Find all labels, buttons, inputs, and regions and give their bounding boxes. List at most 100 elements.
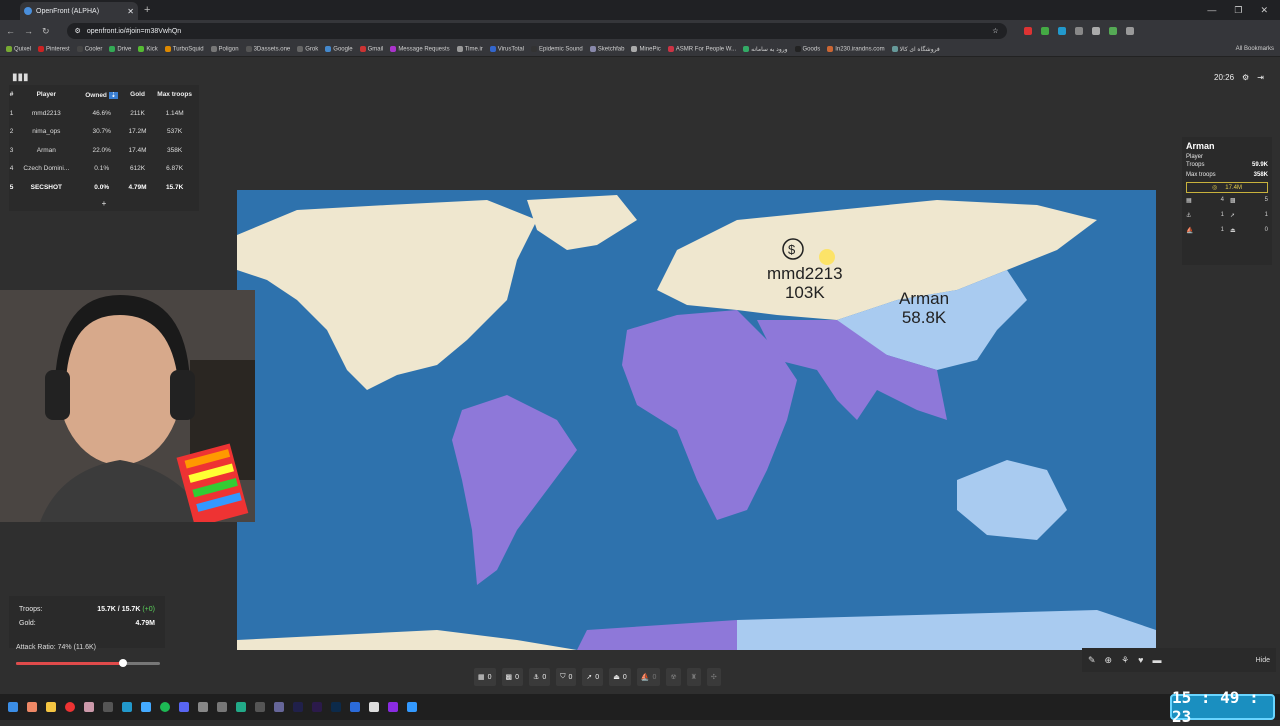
globe-icon[interactable]: ⊕ [1105, 655, 1113, 666]
exit-icon[interactable]: ⇥ [1257, 73, 1264, 82]
nuke-button[interactable]: ☢ [666, 668, 681, 686]
app-icon[interactable] [388, 702, 398, 712]
bookmark-item[interactable]: Google [325, 45, 353, 52]
app-icon[interactable] [217, 702, 227, 712]
leaderboard-row[interactable]: 2 nima_ops 30.7% 17.2M 537K [9, 123, 199, 142]
header-player[interactable]: Player [14, 85, 78, 104]
city-count: ▦ 4 [1186, 197, 1224, 204]
site-info-icon[interactable]: ⚙ [75, 27, 81, 35]
windows-start-icon[interactable] [8, 702, 18, 712]
mirv-button[interactable]: ✣ [706, 668, 721, 686]
bookmark-item[interactable]: TurboSquid [164, 45, 204, 52]
map-canvas[interactable]: $ [237, 190, 1156, 650]
extension-icon[interactable] [1023, 27, 1032, 35]
pencil-icon[interactable]: ✎ [1088, 655, 1096, 666]
leaderboard-row-self[interactable]: 5 SECSHOT 0.0% 4.79M 15.7K [9, 178, 199, 197]
bookmark-item[interactable]: Cooler [76, 45, 102, 52]
new-tab-button[interactable]: + [144, 4, 150, 16]
bookmark-item[interactable]: Gmail [359, 45, 383, 52]
header-owned[interactable]: Owned ⇣ [79, 85, 125, 104]
app-icon[interactable] [236, 702, 246, 712]
telegram-icon[interactable] [122, 702, 132, 712]
bookmark-item[interactable]: Epidemic Sound [531, 45, 583, 52]
after-effects-icon[interactable] [293, 702, 303, 712]
app-icon[interactable] [103, 702, 113, 712]
stats-chart-icon[interactable]: ▮▮▮ [12, 72, 29, 83]
bookmark-item[interactable]: ورود به سامانه [743, 45, 788, 53]
url-field[interactable]: ⚙ openfront.io/#join=m38VwhQn ☆ [66, 23, 1007, 39]
hide-button[interactable]: Hide [1256, 657, 1270, 664]
close-tab-icon[interactable]: ✕ [127, 7, 134, 16]
profile-icon[interactable] [1125, 27, 1134, 35]
app-icon[interactable] [255, 702, 265, 712]
bookmark-item[interactable]: VirusTotal [489, 45, 524, 52]
discord-icon[interactable] [179, 702, 189, 712]
build-defense-button[interactable]: ⛉ 0 [556, 668, 577, 686]
close-window-icon[interactable]: ✕ [1260, 5, 1268, 16]
minimize-icon[interactable]: — [1207, 5, 1216, 16]
attack-ratio-handle[interactable] [118, 659, 127, 667]
reload-icon[interactable]: ↻ [42, 26, 50, 37]
city-icon: ▦ [478, 674, 485, 681]
spotify-icon[interactable] [160, 702, 170, 712]
bookmark-item[interactable]: ASMR For People W... [667, 45, 736, 52]
all-bookmarks-button[interactable]: All Bookmarks [1236, 46, 1274, 52]
bookmark-item[interactable]: Poligon [210, 45, 239, 52]
extension-icon[interactable] [1108, 27, 1117, 35]
forward-icon[interactable]: → [24, 26, 33, 36]
premiere-icon[interactable] [312, 702, 322, 712]
bookmark-item[interactable]: Sketchfab [589, 45, 624, 52]
bookmark-item[interactable]: فروشگاه ای کالا [891, 45, 940, 53]
build-warship-button[interactable]: ⛵ 0 [636, 668, 661, 686]
bookmark-star-icon[interactable]: ☆ [992, 27, 998, 35]
browser-tab[interactable]: OpenFront (ALPHA) ✕ [20, 2, 138, 20]
handshake-icon[interactable]: ⚘ [1121, 655, 1129, 666]
back-icon[interactable]: ← [6, 26, 15, 36]
app-icon[interactable] [407, 702, 417, 712]
extension-icon[interactable] [1074, 27, 1083, 35]
bookmark-item[interactable]: Pinterest [38, 45, 70, 52]
file-explorer-icon[interactable] [46, 702, 56, 712]
leaderboard-row[interactable]: 4 Czech Domini... 0.1% 612K 6.87K [9, 160, 199, 179]
alliance-icon[interactable]: ♥ [1138, 655, 1143, 665]
settings-gear-icon[interactable]: ⚙ [1242, 73, 1249, 82]
game-viewport[interactable]: ▮▮▮ # Player Owned ⇣ Gold Max troops 1 mm… [0, 57, 1280, 694]
bookmark-item[interactable]: Goods [794, 45, 820, 52]
chrome-icon[interactable] [65, 702, 75, 712]
expand-leaderboard-button[interactable]: + [9, 197, 199, 211]
bookmark-item[interactable]: MinePic [631, 45, 661, 52]
bookmark-item[interactable]: 3Dassets.one [245, 45, 290, 52]
bookmark-item[interactable]: Time.ir [456, 45, 483, 52]
maximize-icon[interactable]: ❐ [1234, 5, 1242, 16]
app-icon[interactable] [141, 702, 151, 712]
bookmark-item[interactable]: Grok [297, 45, 318, 52]
sam-button[interactable]: ♜ [686, 668, 701, 686]
build-missile-button[interactable]: ➚ 0 [582, 668, 604, 686]
bookmark-item[interactable]: Kick [138, 45, 158, 52]
header-gold[interactable]: Gold [125, 85, 150, 104]
app-icon[interactable] [350, 702, 360, 712]
photoshop-icon[interactable] [331, 702, 341, 712]
bookmark-item[interactable]: Quixel [6, 45, 31, 52]
app-icon[interactable] [198, 702, 208, 712]
leaderboard-row[interactable]: 1 mmd2213 46.6% 211K 1.14M [9, 104, 199, 123]
build-silo-button[interactable]: ⏏ 0 [609, 668, 631, 686]
bookmark-item[interactable]: Message Requests [390, 45, 450, 52]
extension-icon[interactable] [1091, 27, 1100, 35]
build-port-button[interactable]: ⚓ 0 [529, 668, 551, 686]
extension-icon[interactable] [1057, 27, 1066, 35]
app-icon[interactable] [274, 702, 284, 712]
attack-ratio-slider[interactable] [16, 659, 160, 667]
leaderboard-row[interactable]: 3 Arman 22.0% 17.4M 358K [9, 141, 199, 160]
world-map[interactable]: $ mmd2213 103K Arman 58.8K [237, 190, 1156, 650]
bookmark-item[interactable]: Drive [109, 45, 131, 52]
search-icon[interactable] [27, 702, 37, 712]
header-max-troops[interactable]: Max troops [150, 85, 199, 104]
app-icon[interactable] [84, 702, 94, 712]
bookmark-item[interactable]: In230.irandns.com [827, 45, 885, 52]
build-factory-button[interactable]: ▩ 0 [501, 668, 524, 686]
extension-icon[interactable] [1040, 27, 1049, 35]
chat-icon[interactable]: ▬ [1153, 655, 1162, 665]
app-icon[interactable] [369, 702, 379, 712]
build-city-button[interactable]: ▦ 0 [474, 668, 496, 686]
